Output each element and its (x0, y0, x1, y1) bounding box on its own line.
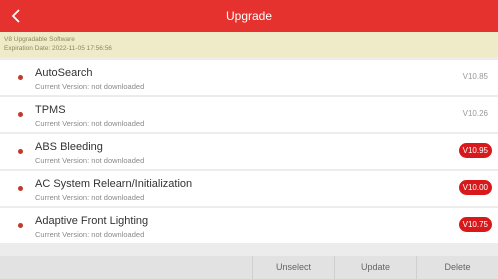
list-item[interactable]: AutoSearch Current Version: not download… (0, 60, 498, 95)
update-button[interactable]: Update (334, 256, 416, 279)
version-label: V10.85 (462, 72, 488, 81)
list-item[interactable]: AC System Relearn/Initialization Current… (0, 171, 498, 206)
current-version: Current Version: not downloaded (35, 119, 145, 128)
list-item[interactable]: TPMS Current Version: not downloaded V10… (0, 97, 498, 132)
bullet-dot-icon (18, 149, 23, 154)
version-badge: V10.75 (458, 217, 492, 232)
expiration-info: V8 Upgradable Software Expiration Date: … (0, 32, 498, 57)
current-version: Current Version: not downloaded (35, 230, 145, 239)
bullet-dot-icon (18, 75, 23, 80)
list-item[interactable]: ABS Bleeding Current Version: not downlo… (0, 134, 498, 169)
list-item[interactable]: Adaptive Front Lighting Current Version:… (0, 208, 498, 243)
delete-button[interactable]: Delete (416, 256, 498, 279)
version-badge: V10.00 (458, 180, 492, 195)
unselect-button[interactable]: Unselect (252, 256, 334, 279)
bullet-dot-icon (18, 223, 23, 228)
software-name: AC System Relearn/Initialization (35, 178, 193, 190)
upgradable-software-label: V8 Upgradable Software (4, 36, 75, 43)
page-title: Upgrade (225, 9, 273, 23)
current-version: Current Version: not downloaded (35, 82, 145, 91)
footer-spacer (0, 256, 252, 279)
current-version: Current Version: not downloaded (35, 193, 145, 202)
header-bar: Upgrade (0, 0, 498, 32)
action-bar: Unselect Update Delete (0, 256, 498, 279)
software-name: ABS Bleeding (35, 141, 103, 153)
expiration-date: Expiration Date: 2022-11-05 17:56:56 (4, 45, 112, 52)
bullet-dot-icon (18, 112, 23, 117)
software-name: Adaptive Front Lighting (35, 215, 149, 227)
software-name: TPMS (35, 104, 66, 116)
bullet-dot-icon (18, 186, 23, 191)
software-name: AutoSearch (35, 67, 93, 79)
version-badge: V10.95 (458, 143, 492, 158)
current-version: Current Version: not downloaded (35, 156, 145, 165)
version-label: V10.26 (462, 109, 488, 118)
